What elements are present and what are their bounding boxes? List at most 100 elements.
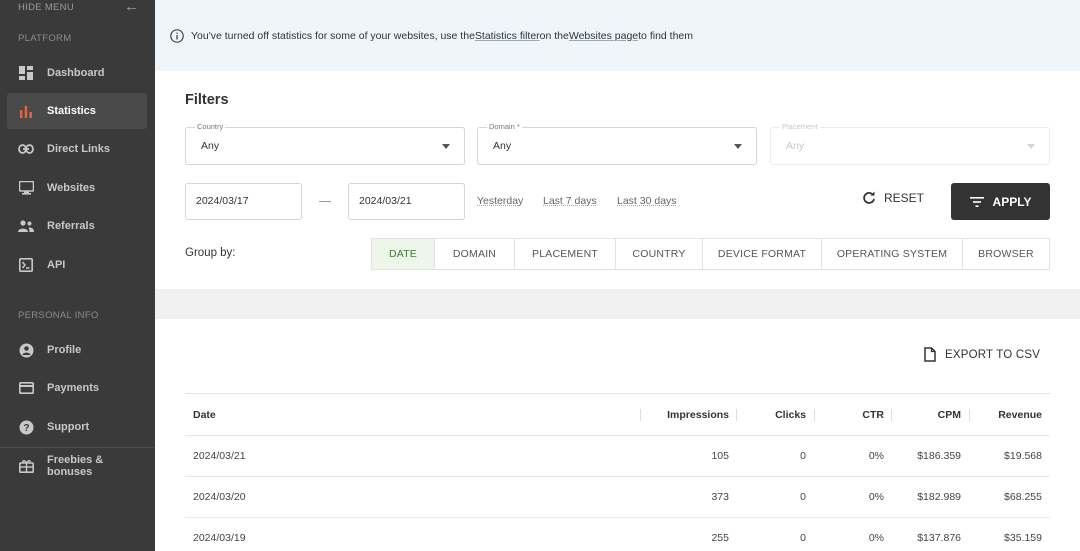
country-value: Any xyxy=(201,140,220,152)
column-header-cpm[interactable]: CPM xyxy=(938,394,961,435)
sidebar-item-label: Profile xyxy=(47,344,82,356)
cell-revenue: $19.568 xyxy=(1004,450,1042,462)
column-header-ctr[interactable]: CTR xyxy=(862,394,884,435)
export-csv-button[interactable]: EXPORT TO CSV xyxy=(924,347,1040,362)
group-by-country[interactable]: COUNTRY xyxy=(616,238,703,270)
cell-revenue: $68.255 xyxy=(1004,491,1042,503)
help-icon: ? xyxy=(18,419,34,435)
chevron-down-icon xyxy=(1027,144,1035,149)
filter-icon xyxy=(969,196,984,207)
country-select[interactable]: Country Any xyxy=(185,122,465,165)
sidebar-item-direct-links[interactable]: Direct Links xyxy=(7,131,147,167)
sidebar-item-label: Support xyxy=(47,421,90,433)
country-label: Country xyxy=(195,122,226,131)
placement-select: Placement Any xyxy=(770,122,1050,165)
placement-label: Placement xyxy=(780,122,820,131)
info-banner: You've turned off statistics for some of… xyxy=(155,0,1080,71)
sidebar-item-label: Payments xyxy=(47,382,99,394)
reset-label: RESET xyxy=(884,191,925,205)
group-by-browser[interactable]: BROWSER xyxy=(963,238,1050,270)
svg-text:?: ? xyxy=(23,423,29,434)
sidebar-item-websites[interactable]: Websites xyxy=(7,170,147,206)
statistics-table: Date Impressions Clicks CTR CPM Revenue … xyxy=(185,393,1050,551)
quick-range-yesterday[interactable]: Yesterday xyxy=(477,195,523,207)
group-by-toggle: DATE DOMAIN PLACEMENT COUNTRY DEVICE FOR… xyxy=(371,238,1050,270)
sidebar-item-label: API xyxy=(47,259,66,271)
cell-date: 2024/03/19 xyxy=(193,532,246,544)
section-label-personal-info: PERSONAL INFO xyxy=(18,310,99,321)
cell-impressions: 373 xyxy=(711,491,729,503)
group-by-operating-system[interactable]: OPERATING SYSTEM xyxy=(822,238,963,270)
banner-text: on the xyxy=(539,29,569,42)
group-by-date[interactable]: DATE xyxy=(371,238,435,270)
domain-label: Domain * xyxy=(487,122,522,131)
sidebar-item-label: Dashboard xyxy=(47,67,105,79)
column-separator xyxy=(736,409,737,421)
table-header-row: Date Impressions Clicks CTR CPM Revenue xyxy=(185,394,1050,436)
column-header-impressions[interactable]: Impressions xyxy=(667,394,729,435)
cell-impressions: 255 xyxy=(711,532,729,544)
cell-ctr: 0% xyxy=(868,450,884,462)
table-row: 2024/03/21 105 0 0% $186.359 $19.568 xyxy=(185,436,1050,477)
placement-value: Any xyxy=(786,140,805,152)
date-from-input[interactable]: 2024/03/17 xyxy=(185,183,302,220)
sidebar-item-dashboard[interactable]: Dashboard xyxy=(7,55,147,91)
domain-select[interactable]: Domain * Any xyxy=(477,122,757,165)
column-header-clicks[interactable]: Clicks xyxy=(775,394,806,435)
sidebar-item-api[interactable]: API xyxy=(7,247,147,283)
date-range-dash xyxy=(319,201,331,202)
websites-page-link[interactable]: Websites page xyxy=(569,30,638,42)
group-by-placement[interactable]: PLACEMENT xyxy=(515,238,616,270)
group-by-domain[interactable]: DOMAIN xyxy=(435,238,515,270)
date-to-input[interactable]: 2024/03/21 xyxy=(348,183,465,220)
group-by-label: Group by: xyxy=(185,247,236,259)
dashboard-icon xyxy=(18,65,34,81)
quick-range-last-7-days[interactable]: Last 7 days xyxy=(543,195,597,207)
cell-clicks: 0 xyxy=(800,532,806,544)
apply-button[interactable]: APPLY xyxy=(951,183,1050,220)
cell-cpm: $182.989 xyxy=(917,491,961,503)
section-label-platform: PLATFORM xyxy=(18,33,72,44)
gift-icon xyxy=(18,458,34,474)
column-header-date[interactable]: Date xyxy=(193,394,216,435)
sidebar-item-support[interactable]: ? Support xyxy=(7,409,147,445)
chevron-down-icon xyxy=(442,144,450,149)
quick-range-last-30-days[interactable]: Last 30 days xyxy=(617,195,677,207)
credit-card-icon xyxy=(18,380,34,396)
reset-button[interactable]: RESET xyxy=(862,191,924,205)
column-separator xyxy=(814,409,815,421)
statistics-filter-link[interactable]: Statistics filter xyxy=(475,30,540,42)
export-label: EXPORT TO CSV xyxy=(945,348,1041,361)
refresh-icon xyxy=(863,191,875,204)
filters-title: Filters xyxy=(185,92,229,108)
group-by-device-format[interactable]: DEVICE FORMAT xyxy=(703,238,822,270)
column-separator xyxy=(969,409,970,421)
cell-date: 2024/03/21 xyxy=(193,450,246,462)
info-icon xyxy=(170,28,184,43)
chevron-down-icon xyxy=(734,144,742,149)
bar-chart-icon xyxy=(18,103,34,119)
sidebar-item-referrals[interactable]: Referrals xyxy=(7,208,147,244)
sidebar-item-profile[interactable]: Profile xyxy=(7,332,147,368)
link-icon xyxy=(18,141,34,157)
sidebar-item-label: Statistics xyxy=(47,105,96,117)
hide-menu-label[interactable]: HIDE MENU xyxy=(18,2,74,13)
cell-cpm: $186.359 xyxy=(917,450,961,462)
statistics-table-panel: EXPORT TO CSV Date Impressions Clicks CT… xyxy=(155,319,1080,551)
domain-value: Any xyxy=(493,140,512,152)
sidebar-item-statistics[interactable]: Statistics xyxy=(7,93,147,129)
column-separator xyxy=(891,409,892,421)
cell-date: 2024/03/20 xyxy=(193,491,246,503)
cell-clicks: 0 xyxy=(800,450,806,462)
sidebar-item-freebies[interactable]: Freebies & bonuses xyxy=(7,448,147,484)
arrow-left-icon[interactable]: ← xyxy=(124,0,139,15)
sidebar-item-payments[interactable]: Payments xyxy=(7,370,147,406)
column-header-revenue[interactable]: Revenue xyxy=(998,394,1042,435)
file-icon xyxy=(924,347,936,362)
sidebar: HIDE MENU ← PLATFORM Dashboard Statistic… xyxy=(0,0,155,551)
apply-label: APPLY xyxy=(992,194,1032,209)
table-row: 2024/03/20 373 0 0% $182.989 $68.255 xyxy=(185,477,1050,518)
people-icon xyxy=(18,218,34,234)
cell-impressions: 105 xyxy=(711,450,729,462)
cell-cpm: $137.876 xyxy=(917,532,961,544)
